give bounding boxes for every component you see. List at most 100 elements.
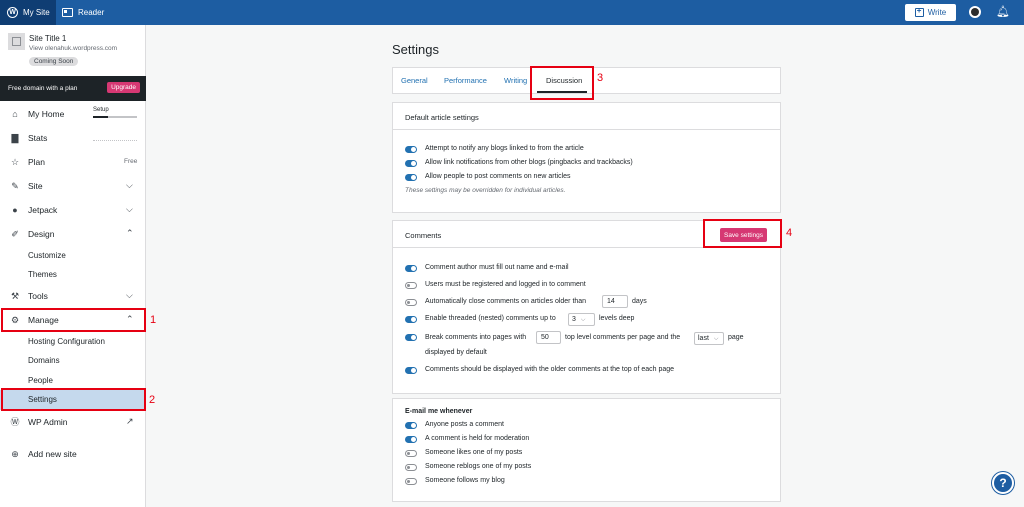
option-label: Someone reblogs one of my posts [425, 463, 532, 470]
wrench-icon: ⚒ [10, 291, 20, 301]
upgrade-button[interactable]: Upgrade [107, 82, 140, 93]
reader-icon [62, 8, 73, 17]
follows-toggle[interactable] [405, 478, 417, 485]
write-label: Write [927, 8, 947, 17]
masterbar: W My Site Reader Write 🔔︎ [0, 0, 1024, 25]
jetpack-icon: ● [12, 205, 18, 215]
pingbacks-toggle[interactable] [405, 160, 417, 167]
sidebar-item-themes[interactable]: Themes [0, 265, 146, 284]
email-me-card: E-mail me whenever Anyone posts a commen… [392, 398, 781, 502]
user-avatar[interactable] [969, 6, 981, 18]
sidebar-item-people[interactable]: People [0, 371, 146, 390]
coming-soon-badge: Coming Soon [29, 57, 79, 66]
help-icon[interactable]: ? [992, 472, 1014, 494]
option-label: Automatically close comments on articles… [425, 298, 587, 305]
sidebar-item-customize[interactable]: Customize [0, 246, 146, 265]
stats-sparkline [93, 140, 137, 141]
option-label: top level comments per page and the [565, 334, 681, 341]
registered-users-toggle[interactable] [405, 282, 417, 289]
option-label: Someone likes one of my posts [425, 449, 523, 456]
my-site-label: My Site [23, 8, 50, 17]
wordpress-logo-icon: W [7, 7, 18, 18]
threaded-comments-toggle[interactable] [405, 316, 417, 323]
tab-performance[interactable]: Performance [444, 76, 487, 85]
chevron-up-icon: ⌃ [126, 228, 134, 238]
thread-levels-select[interactable]: 3 ⌵ [568, 313, 595, 326]
setup-label: Setup [93, 107, 109, 113]
sidebar: Site Title 1 View olenahuk.wordpress.com… [0, 25, 146, 507]
my-site-button[interactable]: W My Site [0, 0, 56, 25]
card-header: Default article settings [393, 103, 780, 130]
comments-per-page-input[interactable]: 50 [536, 331, 561, 344]
option-label: Comment author must fill out name and e-… [425, 264, 569, 271]
sidebar-item-add-new-site[interactable]: ⊕ Add new site [0, 444, 146, 464]
sidebar-item-jetpack[interactable]: ● Jetpack ⌵ [0, 200, 146, 220]
stats-icon: ▇ [11, 133, 19, 143]
held-moderation-toggle[interactable] [405, 436, 417, 443]
write-button[interactable]: Write [905, 4, 956, 21]
plan-value: Free [124, 158, 138, 165]
notify-blogs-toggle[interactable] [405, 146, 417, 153]
auto-close-toggle[interactable] [405, 299, 417, 306]
avatar-icon [971, 8, 979, 16]
older-comments-first-toggle[interactable] [405, 367, 417, 374]
annotation-label: 1 [150, 314, 157, 326]
reblogs-toggle[interactable] [405, 464, 417, 471]
sidebar-item-wp-admin[interactable]: Ⓦ WP Admin ↗ [0, 412, 146, 432]
option-label: Enable threaded (nested) comments up to [425, 315, 556, 322]
sidebar-item-plan[interactable]: ☆ Plan Free [0, 152, 146, 172]
external-link-icon: ↗ [126, 416, 134, 426]
default-article-settings-card: Default article settings Attempt to noti… [392, 102, 781, 213]
option-label: Allow people to post comments on new art… [425, 173, 571, 180]
likes-toggle[interactable] [405, 450, 417, 457]
sidebar-item-manage[interactable]: ⚙ Manage ⌃ [0, 310, 146, 330]
option-label: Someone follows my blog [425, 477, 505, 484]
sidebar-item-design[interactable]: ✐ Design ⌃ [0, 224, 146, 244]
sidebar-item-settings[interactable]: Settings [0, 390, 146, 410]
comments-card: Comments Comment author must fill out na… [392, 220, 781, 394]
tab-discussion[interactable]: Discussion [546, 76, 582, 85]
sidebar-item-stats[interactable]: ▇ Stats [0, 128, 146, 148]
sidebar-item-my-home[interactable]: ⌂ My Home Setup [0, 104, 146, 124]
gear-icon: ⚙ [10, 315, 20, 325]
option-label: levels deep [599, 315, 635, 322]
author-name-email-toggle[interactable] [405, 265, 417, 272]
site-title: Site Title 1 [29, 34, 67, 43]
option-label: Break comments into pages with [425, 334, 527, 341]
sidebar-item-domains[interactable]: Domains [0, 351, 146, 370]
override-note: These settings may be overridden for ind… [405, 187, 566, 194]
reader-button[interactable]: Reader [62, 0, 104, 25]
option-label: days [632, 298, 647, 305]
tab-general[interactable]: General [401, 76, 428, 85]
write-icon [914, 6, 924, 17]
home-icon: ⌂ [12, 109, 18, 119]
annotation-label: 3 [597, 72, 604, 84]
setup-progress-bar [93, 116, 137, 118]
sidebar-item-hosting-configuration[interactable]: Hosting Configuration [0, 332, 146, 351]
tab-writing[interactable]: Writing [504, 76, 527, 85]
star-icon: ☆ [10, 157, 20, 167]
chevron-down-icon: ⌵ [580, 317, 586, 323]
notifications-bell-icon[interactable]: 🔔︎ [996, 6, 1010, 18]
default-page-select[interactable]: last ⌵ [694, 332, 724, 345]
option-label: Users must be registered and logged in t… [425, 281, 586, 288]
option-label: Attempt to notify any blogs linked to fr… [425, 145, 584, 152]
pencil-icon: ✎ [11, 181, 19, 191]
site-url[interactable]: View olenahuk.wordpress.com [29, 45, 117, 52]
sidebar-item-site[interactable]: ✎ Site ⌵ [0, 176, 146, 196]
site-icon [8, 33, 25, 50]
free-domain-promo: Free domain with a plan Upgrade [0, 76, 146, 101]
wordpress-icon: Ⓦ [10, 417, 20, 427]
plus-circle-icon: ⊕ [11, 449, 19, 459]
anyone-posts-toggle[interactable] [405, 422, 417, 429]
brush-icon: ✐ [11, 229, 19, 239]
promo-text: Free domain with a plan [8, 85, 78, 92]
site-card[interactable]: Site Title 1 View olenahuk.wordpress.com… [8, 33, 142, 69]
save-settings-button[interactable]: Save settings [720, 228, 767, 242]
close-days-input[interactable]: 14 [602, 295, 628, 308]
chevron-down-icon: ⌵ [126, 180, 133, 190]
sidebar-item-tools[interactable]: ⚒ Tools ⌵ [0, 286, 146, 306]
paginate-comments-toggle[interactable] [405, 334, 417, 341]
allow-comments-toggle[interactable] [405, 174, 417, 181]
reader-label: Reader [78, 8, 105, 17]
